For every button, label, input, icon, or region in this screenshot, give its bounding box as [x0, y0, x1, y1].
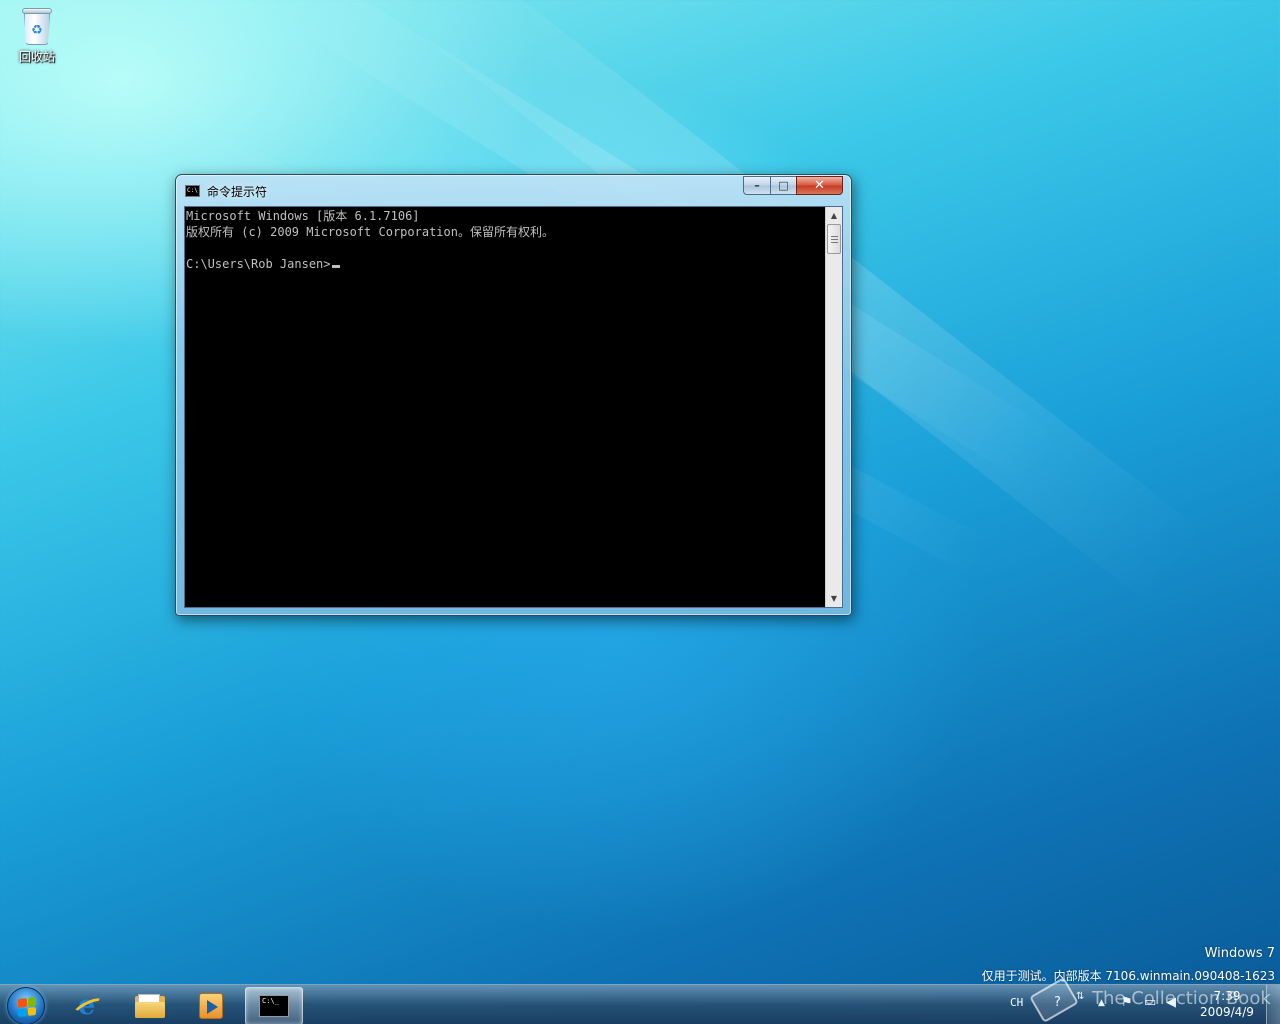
text-cursor	[331, 265, 340, 268]
console-line: Microsoft Windows [版本 6.1.7106]	[186, 209, 420, 223]
command-prompt-window[interactable]: C:\ 命令提示符 – □ ✕ Microsoft Windows [版本 6.…	[175, 174, 852, 616]
close-button[interactable]: ✕	[796, 176, 843, 195]
media-player-icon	[199, 993, 223, 1019]
os-watermark-build: 仅用于测试。内部版本 7106.winmain.090408-1623	[981, 969, 1275, 983]
close-icon: ✕	[814, 178, 825, 193]
console-area[interactable]: Microsoft Windows [版本 6.1.7106] 版权所有 (c) …	[184, 206, 843, 608]
vertical-scrollbar[interactable]: ▲ ▼	[825, 207, 842, 607]
folder-icon	[135, 994, 165, 1018]
taskbar-windows-explorer[interactable]	[121, 987, 179, 1024]
overlay-watermark-text: The Collection Book	[1092, 988, 1271, 1009]
taskbar-internet-explorer[interactable]: e	[60, 987, 118, 1024]
start-button[interactable]	[7, 987, 45, 1024]
scroll-down-arrow-icon[interactable]: ▼	[826, 590, 842, 607]
language-indicator[interactable]: CH	[1010, 996, 1023, 1009]
windows-logo-icon	[18, 997, 36, 1017]
recycle-bin-icon: ♻	[20, 6, 54, 46]
cmd-icon: C:\_	[259, 995, 289, 1017]
maximize-icon: □	[778, 179, 789, 192]
taskbar-media-player[interactable]	[182, 987, 240, 1024]
maximize-button[interactable]: □	[770, 176, 796, 195]
cmd-window-icon[interactable]: C:\	[185, 185, 200, 197]
scroll-up-arrow-icon[interactable]: ▲	[826, 207, 842, 224]
console-line: 版权所有 (c) 2009 Microsoft Corporation。保留所有…	[186, 225, 554, 239]
console-prompt: C:\Users\Rob Jansen>	[186, 257, 331, 271]
title-bar[interactable]: C:\ 命令提示符 – □ ✕	[176, 175, 851, 205]
scrollbar-thumb[interactable]	[827, 224, 841, 254]
ie-icon: e	[71, 992, 107, 1020]
caption-buttons: – □ ✕	[743, 176, 843, 196]
console-prompt-line: C:\Users\Rob Jansen>	[186, 256, 826, 272]
taskbar-command-prompt[interactable]: C:\_	[245, 987, 303, 1024]
desktop-icon-label: 回收站	[18, 50, 55, 64]
taskbar: e C:\_ CH ? ⇅ ▲ ⚑ ▭ ◀ 7:39 2009/4/9	[0, 984, 1280, 1024]
console-output[interactable]: Microsoft Windows [版本 6.1.7106] 版权所有 (c) …	[185, 207, 826, 607]
desktop-icon-recycle-bin[interactable]: ♻ 回收站	[8, 6, 66, 65]
minimize-button[interactable]: –	[743, 176, 770, 195]
os-watermark-title: Windows 7	[1204, 946, 1275, 961]
window-title: 命令提示符	[207, 185, 268, 199]
minimize-icon: –	[754, 179, 760, 192]
